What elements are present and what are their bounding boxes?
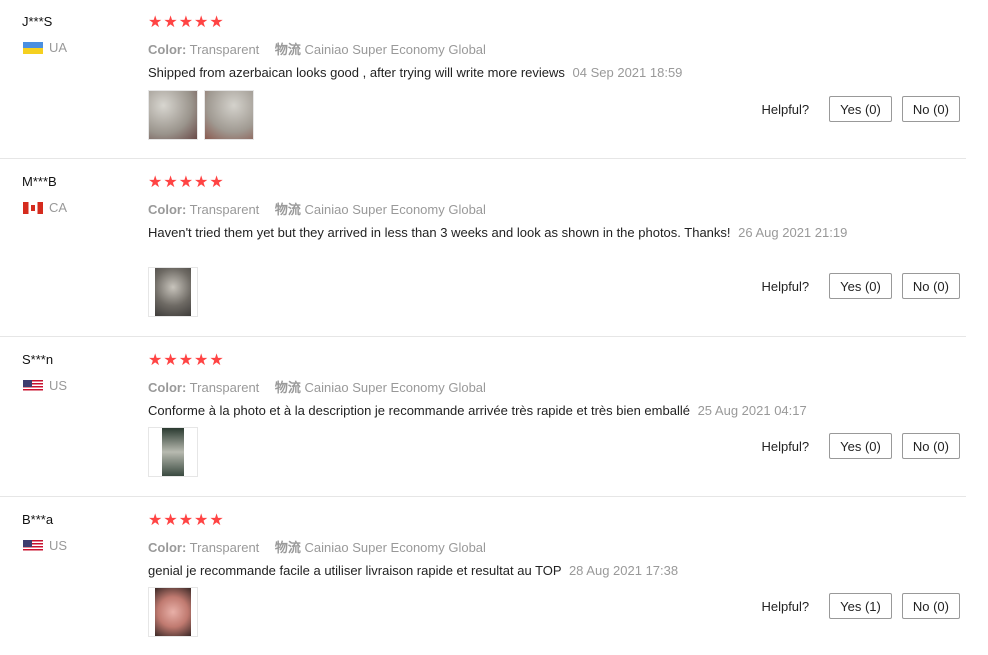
helpful-section: Helpful? Yes (0) No (0) <box>761 433 960 459</box>
country-code: UA <box>49 40 68 55</box>
review-photo-thumbnail[interactable] <box>148 90 198 140</box>
country-code: CA <box>49 200 68 215</box>
review-photo-thumbnail[interactable] <box>148 427 198 477</box>
shipping-value: Cainiao Super Economy Global <box>304 202 486 217</box>
photo-image <box>162 428 184 476</box>
star-rating: ★★★★★ <box>148 14 225 31</box>
review-text: Haven't tried them yet but they arrived … <box>148 224 848 242</box>
review-body: Shipped from azerbaican looks good , aft… <box>148 65 565 80</box>
shipping-value: Cainiao Super Economy Global <box>304 42 486 57</box>
helpful-no-button[interactable]: No (0) <box>901 273 960 299</box>
shipping-label: 物流 <box>274 540 301 555</box>
ua-flag-icon <box>23 41 43 54</box>
review-photo-thumbnail[interactable] <box>204 90 254 140</box>
color-value: Transparent <box>189 540 260 555</box>
photo-image <box>205 91 253 139</box>
review-photo-thumbnail[interactable] <box>148 587 198 637</box>
helpful-yes-button[interactable]: Yes (0) <box>829 96 892 122</box>
reviewer-country: US <box>23 538 67 553</box>
helpful-label: Helpful? <box>761 101 810 117</box>
helpful-no-button[interactable]: No (0) <box>901 433 960 459</box>
review-date: 25 Aug 2021 04:17 <box>697 403 807 418</box>
ca-flag-icon <box>23 201 43 214</box>
review-item: J***S UA ★★★★★ Color: Transparent 物流 Cai… <box>0 14 966 159</box>
us-flag-icon <box>23 539 43 552</box>
shipping-label: 物流 <box>274 42 301 57</box>
shipping-value: Cainiao Super Economy Global <box>304 540 486 555</box>
reviewer-country: CA <box>23 200 67 215</box>
photo-image <box>149 91 197 139</box>
sku-info: Color: Transparent 物流 Cainiao Super Econ… <box>148 537 486 556</box>
helpful-no-button[interactable]: No (0) <box>901 96 960 122</box>
reviewer-name: J***S <box>22 14 53 29</box>
review-date: 28 Aug 2021 17:38 <box>568 563 679 578</box>
helpful-label: Helpful? <box>761 598 810 614</box>
color-value: Transparent <box>189 42 260 57</box>
helpful-yes-button[interactable]: Yes (0) <box>829 433 892 459</box>
review-body: Haven't tried them yet but they arrived … <box>148 225 731 240</box>
helpful-section: Helpful? Yes (0) No (0) <box>761 273 960 299</box>
country-code: US <box>49 538 68 553</box>
review-text: Shipped from azerbaican looks good , aft… <box>148 64 848 82</box>
color-label: Color: <box>148 380 187 395</box>
review-item: M***B CA ★★★★★ Color: Transparent 物流 Cai… <box>0 174 966 337</box>
helpful-yes-button[interactable]: Yes (1) <box>829 593 892 619</box>
reviewer-name: M***B <box>22 174 57 189</box>
star-rating: ★★★★★ <box>148 174 225 191</box>
review-photo-thumbnail[interactable] <box>148 267 198 317</box>
review-item: B***a US ★★★★★ Color: Transparent 物流 Cai… <box>0 512 966 655</box>
review-photos <box>148 90 254 140</box>
color-value: Transparent <box>189 202 260 217</box>
sku-info: Color: Transparent 物流 Cainiao Super Econ… <box>148 199 486 218</box>
sku-info: Color: Transparent 物流 Cainiao Super Econ… <box>148 39 486 58</box>
helpful-section: Helpful? Yes (0) No (0) <box>761 96 960 122</box>
review-body: genial je recommande facile a utiliser l… <box>148 563 562 578</box>
helpful-section: Helpful? Yes (1) No (0) <box>761 593 960 619</box>
reviewer-name: S***n <box>22 352 54 367</box>
helpful-yes-button[interactable]: Yes (0) <box>829 273 892 299</box>
color-label: Color: <box>148 540 187 555</box>
shipping-value: Cainiao Super Economy Global <box>304 380 486 395</box>
star-rating: ★★★★★ <box>148 352 225 369</box>
color-label: Color: <box>148 42 187 57</box>
review-item: S***n US ★★★★★ Color: Transparent 物流 Cai… <box>0 352 966 497</box>
review-text: genial je recommande facile a utiliser l… <box>148 562 848 580</box>
review-photos <box>148 267 198 317</box>
review-photos <box>148 587 198 637</box>
country-code: US <box>49 378 68 393</box>
color-value: Transparent <box>189 380 260 395</box>
shipping-label: 物流 <box>274 202 301 217</box>
color-label: Color: <box>148 202 187 217</box>
photo-image <box>155 268 191 316</box>
review-date: 26 Aug 2021 21:19 <box>738 225 848 240</box>
star-rating: ★★★★★ <box>148 512 225 529</box>
photo-image <box>155 588 191 636</box>
sku-info: Color: Transparent 物流 Cainiao Super Econ… <box>148 377 486 396</box>
review-date: 04 Sep 2021 18:59 <box>572 65 683 80</box>
helpful-label: Helpful? <box>761 278 810 294</box>
review-text: Conforme à la photo et à la description … <box>148 402 848 420</box>
helpful-no-button[interactable]: No (0) <box>901 593 960 619</box>
reviewer-country: US <box>23 378 67 393</box>
review-photos <box>148 427 198 477</box>
helpful-label: Helpful? <box>761 438 810 454</box>
shipping-label: 物流 <box>274 380 301 395</box>
reviewer-country: UA <box>23 40 67 55</box>
reviewer-name: B***a <box>22 512 54 527</box>
review-body: Conforme à la photo et à la description … <box>148 403 690 418</box>
us-flag-icon <box>23 379 43 392</box>
